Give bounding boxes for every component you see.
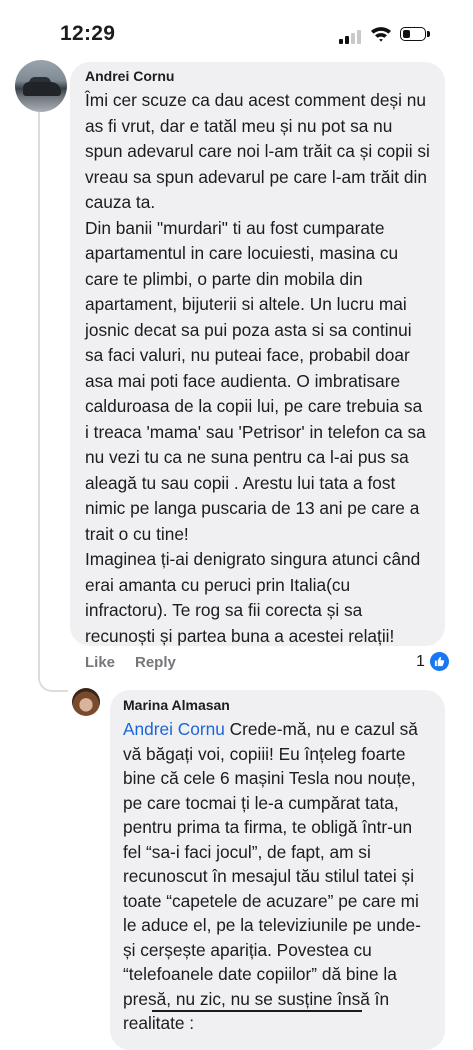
reply-thread-line: [38, 112, 68, 692]
mention-link[interactable]: Andrei Cornu: [123, 719, 225, 739]
cellular-signal-icon: [339, 28, 363, 44]
comment-author[interactable]: Andrei Cornu: [85, 68, 174, 84]
status-time: 12:29: [60, 22, 116, 45]
status-bar: 12:29: [0, 0, 473, 62]
comment-author[interactable]: Marina Almasan: [123, 697, 230, 713]
strikethrough-mark: [152, 1010, 362, 1012]
reaction-count[interactable]: 1: [416, 653, 425, 671]
comment-paragraph: Îmi cer scuze ca dau acest comment deși …: [85, 90, 430, 212]
avatar[interactable]: [72, 688, 100, 716]
like-reaction-icon[interactable]: [430, 652, 449, 671]
comment-text: Îmi cer scuze ca dau acest comment deși …: [85, 88, 430, 649]
comment-paragraph: Imaginea ți-ai denigrato singura atunci …: [85, 549, 421, 646]
reply-button[interactable]: Reply: [135, 654, 176, 671]
battery-icon: [400, 27, 430, 43]
comment-paragraph: Crede-mă, nu e cazul să vă băgați voi, c…: [123, 719, 421, 1033]
comment-paragraph: Din banii "murdari" ti au fost cumparate…: [85, 217, 426, 544]
comment-text: Andrei Cornu Crede-mă, nu e cazul să vă …: [123, 717, 433, 1036]
wifi-icon: [370, 25, 392, 43]
avatar[interactable]: [15, 60, 67, 112]
like-button[interactable]: Like: [85, 654, 115, 671]
